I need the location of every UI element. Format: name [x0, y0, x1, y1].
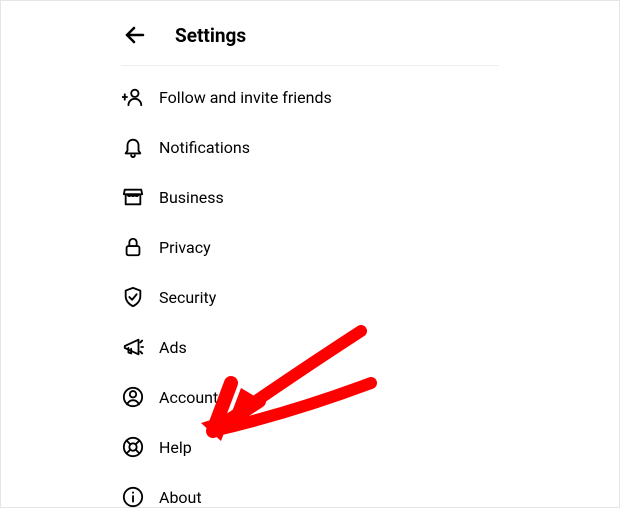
menu-item-notifications[interactable]: Notifications	[121, 122, 499, 172]
add-person-icon	[121, 85, 145, 109]
menu-item-label: Help	[159, 438, 192, 457]
user-circle-icon	[121, 385, 145, 409]
menu-item-help[interactable]: Help	[121, 422, 499, 472]
menu-item-label: Account	[159, 388, 218, 407]
menu-item-label: Business	[159, 188, 224, 207]
back-button[interactable]	[121, 21, 149, 49]
menu-item-label: Ads	[159, 338, 187, 357]
menu-item-label: Notifications	[159, 138, 250, 157]
menu-item-security[interactable]: Security	[121, 272, 499, 322]
header: Settings	[121, 1, 499, 66]
lifebuoy-icon	[121, 435, 145, 459]
menu-item-privacy[interactable]: Privacy	[121, 222, 499, 272]
menu-item-business[interactable]: Business	[121, 172, 499, 222]
menu-item-label: Follow and invite friends	[159, 88, 332, 107]
info-circle-icon	[121, 485, 145, 509]
settings-menu: Follow and invite friends Notifications …	[121, 66, 499, 522]
arrow-left-icon	[123, 23, 147, 47]
page-title: Settings	[175, 24, 246, 47]
menu-item-about[interactable]: About	[121, 472, 499, 522]
storefront-icon	[121, 185, 145, 209]
menu-item-account[interactable]: Account	[121, 372, 499, 422]
megaphone-icon	[121, 335, 145, 359]
menu-item-label: Privacy	[159, 238, 211, 257]
menu-item-ads[interactable]: Ads	[121, 322, 499, 372]
bell-icon	[121, 135, 145, 159]
menu-item-label: About	[159, 488, 202, 507]
menu-item-follow-invite[interactable]: Follow and invite friends	[121, 72, 499, 122]
shield-check-icon	[121, 285, 145, 309]
lock-icon	[121, 235, 145, 259]
menu-item-label: Security	[159, 288, 216, 307]
settings-screen: Settings Follow and invite friends	[1, 1, 619, 522]
